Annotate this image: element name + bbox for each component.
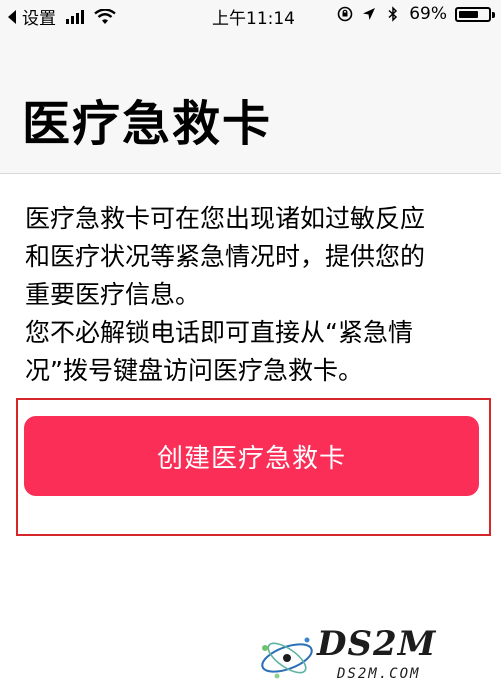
wifi-icon	[94, 8, 116, 24]
status-right: 69%	[337, 4, 495, 24]
battery-percent: 69%	[409, 4, 447, 24]
description-line: 和医疗状况等紧急情况时，提供您的	[25, 242, 426, 271]
page-title: 医疗急救卡	[22, 96, 273, 152]
battery-tip	[492, 11, 495, 18]
watermark: DS2M DS2M.COM	[257, 622, 487, 686]
bluetooth-icon	[388, 6, 398, 22]
watermark-domain: DS2M.COM	[337, 666, 421, 682]
description-line: 您不必解锁电话即可直接从“紧急情	[25, 318, 413, 347]
description-line: 重要医疗信息。	[25, 280, 201, 309]
description-line: 医疗急救卡可在您出现诸如过敏反应	[25, 204, 426, 233]
orientation-lock-icon	[337, 6, 353, 22]
back-app-label[interactable]: 设置	[22, 4, 56, 29]
status-bar: 设置 上午11:14 69%	[0, 0, 501, 29]
watermark-brand: DS2M	[317, 624, 437, 664]
description: 医疗急救卡可在您出现诸如过敏反应 和医疗状况等紧急情况时，提供您的 重要医疗信息…	[25, 200, 485, 390]
battery-level	[459, 10, 478, 18]
page-header: 医疗急救卡	[0, 28, 501, 174]
description-line: 况”拨号键盘访问医疗急救卡。	[25, 356, 363, 385]
create-medical-id-button[interactable]: 创建医疗急救卡	[24, 416, 479, 496]
battery-icon	[455, 6, 495, 22]
back-arrow-icon[interactable]	[8, 9, 16, 24]
status-left: 设置	[8, 4, 116, 29]
status-time: 上午11:14	[212, 9, 295, 29]
cellular-signal-icon	[66, 9, 84, 24]
location-arrow-icon	[363, 8, 376, 20]
